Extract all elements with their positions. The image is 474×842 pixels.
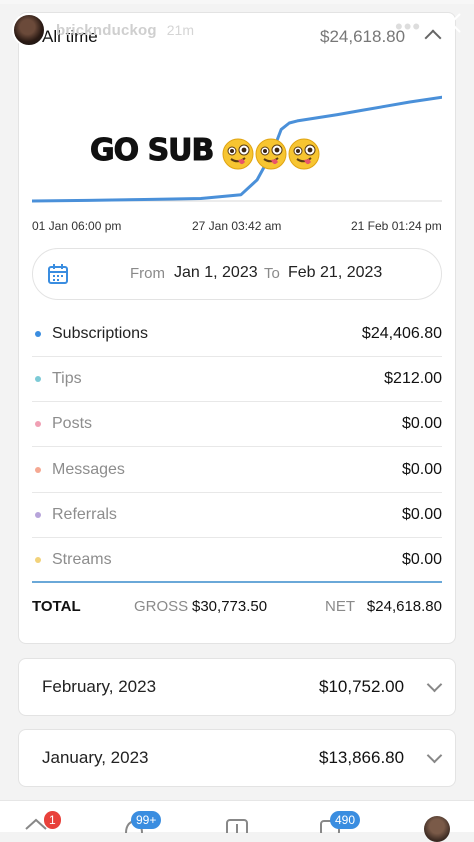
x-tick-label: 27 Jan 03:42 am	[192, 219, 282, 233]
breakdown-row-referrals: Referrals $0.00	[32, 493, 442, 538]
breakdown-row-messages: Messages $0.00	[32, 448, 442, 493]
gross-label: GROSS	[134, 598, 189, 615]
profile-avatar[interactable]	[424, 816, 450, 842]
breakdown-row-tips: Tips $212.00	[32, 357, 442, 402]
period-total: $24,618.80	[320, 27, 406, 46]
to-label: To	[264, 265, 280, 282]
legend-dot	[35, 467, 41, 473]
row-label: Posts	[52, 415, 93, 432]
chevron-down-icon[interactable]	[426, 676, 443, 693]
row-label: Referrals	[52, 506, 117, 523]
breakdown-row-subscriptions: Subscriptions $24,406.80	[32, 312, 442, 357]
home-badge: 1	[44, 811, 61, 829]
legend-dot	[35, 331, 41, 337]
notifications-badge: 99+	[131, 811, 162, 829]
to-date[interactable]: Feb 21, 2023	[288, 264, 382, 282]
breakdown-row-posts: Posts $0.00	[32, 402, 442, 447]
x-tick-label: 21 Feb 01:24 pm	[351, 219, 442, 233]
go-sub-sticker: GO SUB	[89, 133, 214, 169]
month-amount: $10,752.00	[319, 677, 405, 696]
row-label: Messages	[52, 461, 125, 478]
row-label: Streams	[52, 551, 112, 568]
month-name: January, 2023	[42, 748, 149, 767]
chevron-down-icon[interactable]	[426, 747, 443, 764]
row-amount: $24,406.80	[361, 325, 442, 342]
more-dots-icon[interactable]: •••	[395, 14, 421, 40]
row-amount: $0.00	[401, 506, 442, 523]
add-post-icon[interactable]	[225, 815, 249, 833]
net-label: NET	[325, 598, 355, 615]
winking-face-with-tongue-emoji	[288, 138, 320, 170]
totals-row: TOTAL GROSS $30,773.50 NET $24,618.80	[32, 598, 442, 620]
legend-dot	[35, 376, 41, 382]
x-tick-label: 01 Jan 06:00 pm	[32, 219, 122, 233]
month-card-february[interactable]: February, 2023 $10,752.00	[18, 658, 456, 716]
legend-dot	[35, 557, 41, 563]
legend-dot	[35, 512, 41, 518]
story-header: bricknduckog 21m	[12, 10, 194, 50]
row-amount: $0.00	[401, 415, 442, 432]
month-card-january[interactable]: January, 2023 $13,866.80	[18, 729, 456, 787]
month-amount: $13,866.80	[319, 748, 405, 767]
story-time: 21m	[166, 22, 194, 38]
total-label: TOTAL	[32, 598, 81, 615]
messages-badge: 490	[330, 811, 361, 829]
row-amount: $0.00	[401, 551, 442, 568]
story-avatar[interactable]	[12, 13, 46, 47]
legend-dot	[35, 421, 41, 427]
row-amount: $0.00	[401, 461, 442, 478]
story-username[interactable]: bricknduckog	[56, 22, 157, 39]
winking-face-with-tongue-emoji	[255, 138, 287, 170]
close-icon[interactable]	[438, 10, 464, 36]
row-label: Subscriptions	[52, 325, 149, 342]
month-name: February, 2023	[42, 677, 157, 696]
row-amount: $212.00	[384, 370, 442, 387]
net-value: $24,618.80	[366, 598, 442, 615]
calendar-icon	[48, 264, 68, 284]
date-range-picker[interactable]: From Jan 1, 2023 To Feb 21, 2023	[32, 248, 442, 300]
breakdown-row-streams: Streams $0.00	[32, 538, 442, 583]
from-label: From	[130, 265, 165, 282]
winking-face-with-tongue-emoji	[222, 138, 254, 170]
story-progress-bar	[0, 0, 474, 4]
from-date[interactable]: Jan 1, 2023	[174, 264, 258, 282]
gross-value: $30,773.50	[192, 598, 268, 615]
row-label: Tips	[52, 370, 82, 387]
bottom-navigation: 1 99+ 490	[0, 800, 474, 833]
